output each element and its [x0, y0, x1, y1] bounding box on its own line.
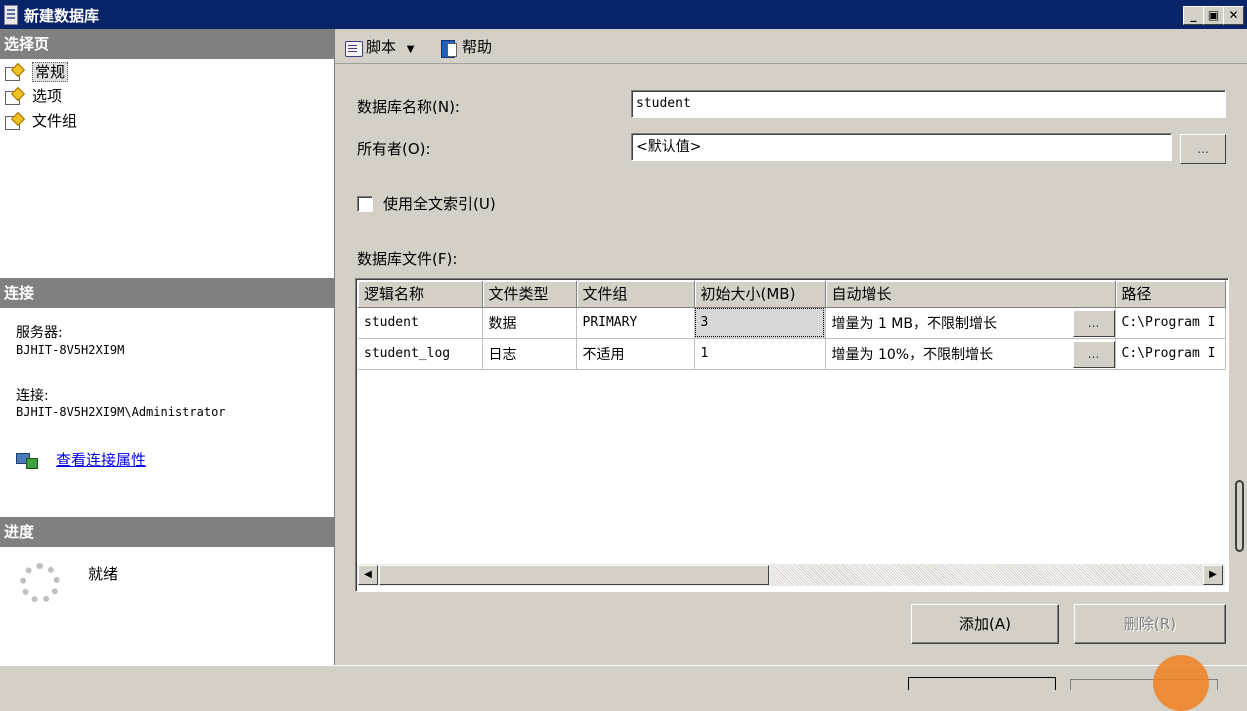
page-item-options[interactable]: 选项 — [4, 85, 62, 107]
general-page: 数据库名称(N): student 所有者(O): <默认值> ... 使用全文… — [335, 64, 1247, 665]
connection-header: 连接 — [0, 278, 334, 308]
cell-path[interactable]: C:\Program I — [1115, 307, 1226, 339]
owner-input[interactable]: <默认值> — [631, 133, 1172, 161]
server-value: BJHIT-8V5H2XI9M — [16, 343, 125, 357]
column-header-path[interactable]: 路径 — [1115, 281, 1226, 308]
title-bar: 新建数据库 _ ▣ ✕ — [0, 0, 1247, 29]
scroll-right-icon[interactable]: ▶ — [1203, 565, 1223, 585]
db-files-table: 逻辑名称 文件类型 文件组 初始大小(MB) 自动增长 路径 student 数… — [358, 281, 1226, 370]
column-header-logical-name[interactable]: 逻辑名称 — [358, 281, 483, 308]
ok-button[interactable] — [908, 677, 1056, 690]
connection-value: BJHIT-8V5H2XI9M\Administrator — [16, 405, 226, 419]
script-button[interactable]: 脚本 ▼ — [343, 36, 415, 58]
scrollbar-track[interactable] — [771, 565, 1203, 585]
help-label: 帮助 — [462, 38, 493, 56]
autogrowth-browse-button[interactable]: ... — [1072, 340, 1114, 368]
cell-file-type[interactable]: 数据 — [482, 307, 577, 339]
restore-button[interactable]: ▣ — [1203, 6, 1224, 25]
left-pane: 选择页 常规 选项 文件组 连接 服务器: BJHIT-8V5H2XI9M 连接… — [0, 29, 335, 665]
db-files-label: 数据库文件(F): — [357, 250, 458, 268]
window-title: 新建数据库 — [24, 7, 100, 25]
db-files-grid[interactable]: 逻辑名称 文件类型 文件组 初始大小(MB) 自动增长 路径 student 数… — [355, 278, 1229, 592]
window-icon — [4, 5, 18, 25]
remove-button[interactable]: 删除(R) — [1074, 604, 1226, 644]
cell-initial-size[interactable]: 3 — [694, 307, 826, 339]
cell-autogrowth[interactable]: 增量为 10%，不限制增长... — [825, 338, 1116, 370]
db-name-input[interactable]: student — [631, 90, 1226, 118]
progress-spinner-icon — [20, 563, 60, 603]
table-row[interactable]: student_log 日志 不适用 1 增量为 10%，不限制增长... C:… — [358, 338, 1226, 370]
dropdown-arrow-icon[interactable]: ▼ — [407, 44, 415, 55]
fulltext-label: 使用全文索引(U) — [383, 195, 496, 213]
page-item-label: 常规 — [32, 62, 69, 82]
cell-logical-name[interactable]: student — [358, 307, 483, 339]
owner-browse-button[interactable]: ... — [1180, 134, 1226, 164]
cell-initial-size[interactable]: 1 — [694, 338, 826, 370]
table-row[interactable]: student 数据 PRIMARY 3 增量为 1 MB，不限制增长... C… — [358, 307, 1226, 339]
column-header-autogrowth[interactable]: 自动增长 — [825, 281, 1116, 308]
progress-status: 就绪 — [88, 565, 119, 583]
cell-filegroup[interactable]: 不适用 — [576, 338, 695, 370]
vertical-scrollbar[interactable] — [1235, 480, 1244, 552]
grid-horizontal-scrollbar[interactable]: ◀ ▶ — [357, 564, 1225, 586]
db-name-label: 数据库名称(N): — [357, 98, 460, 116]
page-icon — [4, 89, 22, 105]
tray-app-icon[interactable] — [1153, 655, 1209, 711]
help-icon — [439, 39, 459, 58]
scrollbar-thumb[interactable] — [379, 565, 769, 585]
autogrowth-text: 增量为 1 MB，不限制增长 — [831, 315, 998, 332]
cell-logical-name[interactable]: student_log — [358, 338, 483, 370]
view-connection-properties-link[interactable]: 查看连接属性 — [56, 449, 146, 470]
help-button[interactable]: 帮助 — [439, 36, 492, 58]
page-item-label: 选项 — [32, 87, 63, 105]
toolbar: 脚本 ▼ 帮助 — [335, 29, 1247, 64]
close-button[interactable]: ✕ — [1223, 6, 1244, 25]
cell-file-type[interactable]: 日志 — [482, 338, 577, 370]
autogrowth-text: 增量为 10%，不限制增长 — [831, 346, 994, 363]
page-item-label: 文件组 — [32, 112, 78, 130]
column-header-initial-size[interactable]: 初始大小(MB) — [694, 281, 826, 308]
cell-path[interactable]: C:\Program I — [1115, 338, 1226, 370]
column-header-filegroup[interactable]: 文件组 — [576, 281, 695, 308]
select-page-header: 选择页 — [0, 29, 334, 59]
script-icon — [343, 39, 363, 57]
script-label: 脚本 — [366, 38, 397, 56]
grid-header-row: 逻辑名称 文件类型 文件组 初始大小(MB) 自动增长 路径 — [358, 281, 1226, 308]
cell-filegroup[interactable]: PRIMARY — [576, 307, 695, 339]
autogrowth-browse-button[interactable]: ... — [1072, 309, 1114, 337]
page-item-filegroups[interactable]: 文件组 — [4, 110, 77, 132]
cell-autogrowth[interactable]: 增量为 1 MB，不限制增长... — [825, 307, 1116, 339]
server-label: 服务器: — [16, 325, 63, 341]
fulltext-checkbox[interactable] — [357, 196, 373, 212]
page-item-general[interactable]: 常规 — [4, 61, 69, 83]
column-header-file-type[interactable]: 文件类型 — [482, 281, 577, 308]
owner-label: 所有者(O): — [357, 140, 431, 158]
scroll-left-icon[interactable]: ◀ — [358, 565, 378, 585]
progress-header: 进度 — [0, 517, 334, 547]
minimize-button[interactable]: _ — [1183, 6, 1204, 25]
page-icon — [4, 114, 22, 130]
connection-properties-icon — [16, 451, 38, 469]
connection-label: 连接: — [16, 388, 49, 404]
page-icon — [4, 65, 22, 81]
dialog-button-bar — [0, 665, 1247, 687]
add-button[interactable]: 添加(A) — [911, 604, 1059, 644]
